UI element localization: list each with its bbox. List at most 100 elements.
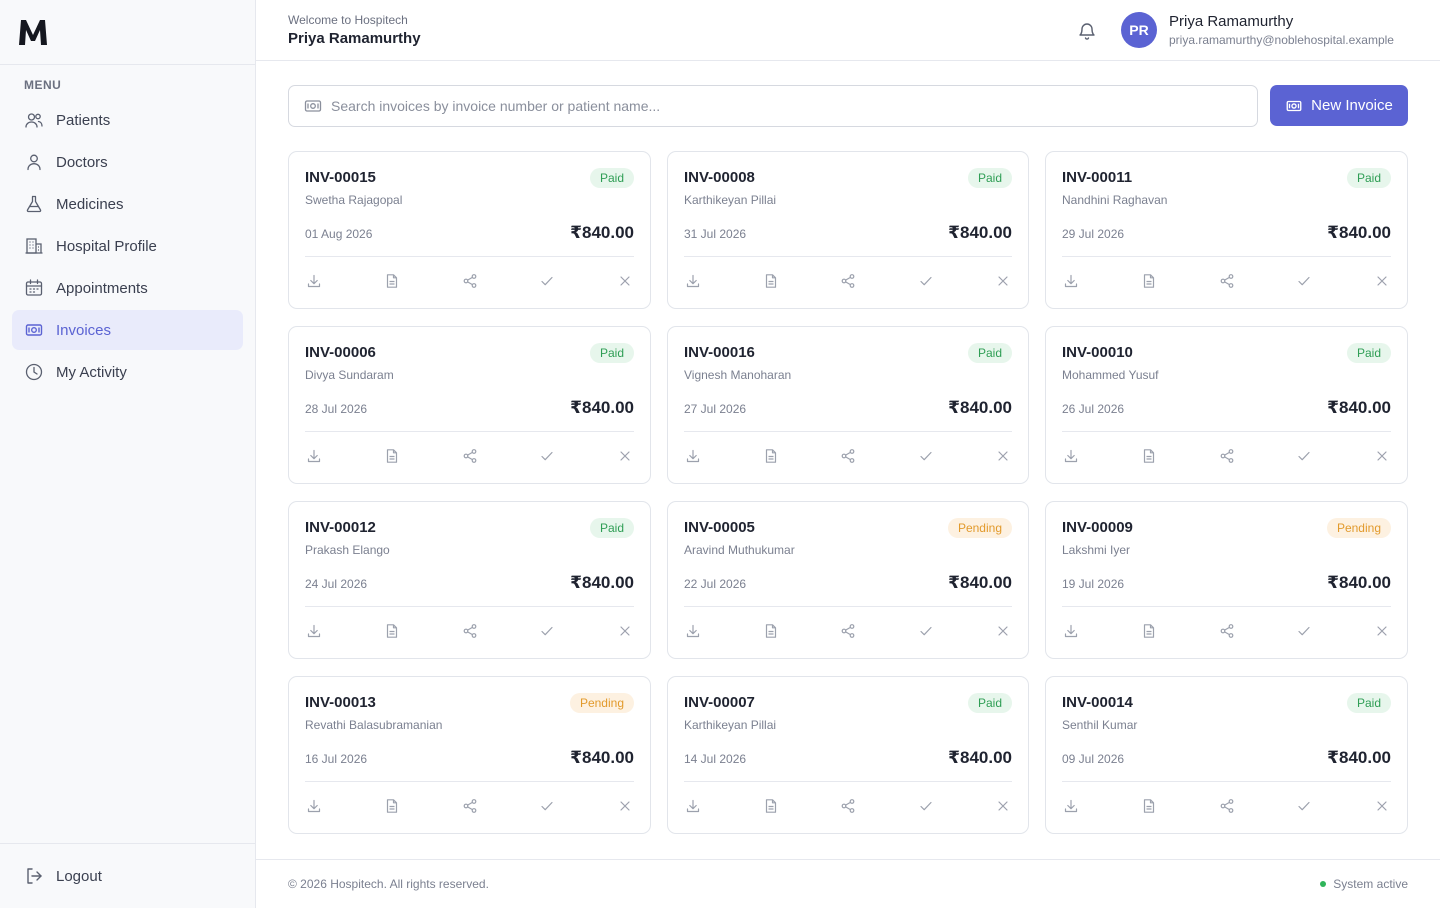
download-invoice-button[interactable] [1062, 447, 1080, 465]
invoice-number[interactable]: INV-00012 [305, 519, 376, 536]
share-invoice-button[interactable] [461, 797, 479, 815]
share-invoice-button[interactable] [1218, 272, 1236, 290]
close-invoice-button[interactable] [1373, 272, 1391, 290]
sidebar-item-medicines[interactable]: Medicines [12, 184, 243, 224]
share-invoice-button[interactable] [839, 447, 857, 465]
check-invoice-button[interactable] [1295, 622, 1313, 640]
avatar[interactable]: PR [1121, 12, 1157, 48]
download-invoice-button[interactable] [684, 447, 702, 465]
close-invoice-button[interactable] [1373, 622, 1391, 640]
share-invoice-button[interactable] [461, 447, 479, 465]
invoice-card[interactable]: INV-00010 Paid Mohammed Yusuf 26 Jul 2026 ₹8… [1045, 326, 1408, 484]
share-invoice-button[interactable] [839, 797, 857, 815]
search-input[interactable] [331, 98, 1231, 114]
download-invoice-button[interactable] [684, 272, 702, 290]
invoice-card[interactable]: INV-00016 Paid Vignesh Manoharan 27 Jul 202… [667, 326, 1029, 484]
logo[interactable] [0, 0, 255, 65]
download-invoice-button[interactable] [684, 622, 702, 640]
sidebar-item-my-activity[interactable]: My Activity [12, 352, 243, 392]
check-invoice-button[interactable] [917, 447, 935, 465]
close-invoice-button[interactable] [994, 797, 1012, 815]
sidebar-item-appointments[interactable]: Appointments [12, 268, 243, 308]
invoice-card[interactable]: INV-00007 Paid Karthikeyan Pillai 14 Jul 20… [667, 676, 1029, 834]
check-invoice-button[interactable] [1295, 797, 1313, 815]
invoice-number[interactable]: INV-00011 [1062, 169, 1132, 186]
sidebar-item-invoices[interactable]: Invoices [12, 310, 243, 350]
download-invoice-button[interactable] [305, 797, 323, 815]
file-invoice-button[interactable] [762, 447, 780, 465]
check-invoice-button[interactable] [538, 622, 556, 640]
file-invoice-button[interactable] [1140, 622, 1158, 640]
sidebar-item-hospital-profile[interactable]: Hospital Profile [12, 226, 243, 266]
download-invoice-button[interactable] [305, 447, 323, 465]
invoice-number[interactable]: INV-00007 [684, 694, 755, 711]
invoice-card[interactable]: INV-00014 Paid Senthil Kumar 09 Jul 2026 ₹84… [1045, 676, 1408, 834]
sidebar-item-doctors[interactable]: Doctors [12, 142, 243, 182]
share-invoice-button[interactable] [1218, 622, 1236, 640]
close-invoice-button[interactable] [616, 797, 634, 815]
share-icon [1219, 798, 1235, 814]
share-invoice-button[interactable] [839, 622, 857, 640]
check-invoice-button[interactable] [917, 622, 935, 640]
invoice-card[interactable]: INV-00008 Paid Karthikeyan Pillai 31 Jul 20… [667, 151, 1029, 309]
close-invoice-button[interactable] [616, 447, 634, 465]
invoice-card[interactable]: INV-00011 Paid Nandhini Raghavan 29 Jul 202… [1045, 151, 1408, 309]
invoice-card[interactable]: INV-00013 Pending Revathi Balasubramanian 1… [288, 676, 651, 834]
logout-button[interactable]: Logout [0, 843, 255, 908]
share-invoice-button[interactable] [839, 272, 857, 290]
download-icon [1063, 623, 1079, 639]
file-invoice-button[interactable] [762, 797, 780, 815]
invoice-card[interactable]: INV-00005 Pending Aravind Muthukumar 22 Jul… [667, 501, 1029, 659]
file-invoice-button[interactable] [383, 622, 401, 640]
check-invoice-button[interactable] [1295, 272, 1313, 290]
check-invoice-button[interactable] [538, 272, 556, 290]
invoice-number[interactable]: INV-00008 [684, 169, 755, 186]
file-invoice-button[interactable] [1140, 447, 1158, 465]
close-invoice-button[interactable] [616, 622, 634, 640]
download-invoice-button[interactable] [684, 797, 702, 815]
invoice-number[interactable]: INV-00014 [1062, 694, 1133, 711]
download-invoice-button[interactable] [305, 272, 323, 290]
close-invoice-button[interactable] [1373, 797, 1391, 815]
invoice-number[interactable]: INV-00013 [305, 694, 376, 711]
invoice-number[interactable]: INV-00005 [684, 519, 755, 536]
file-invoice-button[interactable] [383, 272, 401, 290]
invoice-number[interactable]: INV-00015 [305, 169, 376, 186]
close-invoice-button[interactable] [994, 272, 1012, 290]
invoice-card[interactable]: INV-00012 Paid Prakash Elango 24 Jul 2026 ₹8… [288, 501, 651, 659]
file-invoice-button[interactable] [1140, 797, 1158, 815]
download-invoice-button[interactable] [305, 622, 323, 640]
bell-icon[interactable] [1076, 20, 1098, 42]
share-invoice-button[interactable] [1218, 447, 1236, 465]
download-invoice-button[interactable] [1062, 272, 1080, 290]
close-invoice-button[interactable] [1373, 447, 1391, 465]
close-invoice-button[interactable] [994, 622, 1012, 640]
close-invoice-button[interactable] [616, 272, 634, 290]
close-icon [995, 798, 1011, 814]
check-invoice-button[interactable] [538, 797, 556, 815]
file-invoice-button[interactable] [762, 622, 780, 640]
download-invoice-button[interactable] [1062, 797, 1080, 815]
share-invoice-button[interactable] [461, 272, 479, 290]
sidebar-item-patients[interactable]: Patients [12, 100, 243, 140]
invoice-number[interactable]: INV-00009 [1062, 519, 1133, 536]
file-invoice-button[interactable] [383, 447, 401, 465]
download-invoice-button[interactable] [1062, 622, 1080, 640]
check-invoice-button[interactable] [538, 447, 556, 465]
invoice-number[interactable]: INV-00010 [1062, 344, 1133, 361]
share-invoice-button[interactable] [1218, 797, 1236, 815]
check-invoice-button[interactable] [1295, 447, 1313, 465]
file-invoice-button[interactable] [1140, 272, 1158, 290]
close-invoice-button[interactable] [994, 447, 1012, 465]
file-invoice-button[interactable] [383, 797, 401, 815]
share-invoice-button[interactable] [461, 622, 479, 640]
check-invoice-button[interactable] [917, 797, 935, 815]
invoice-number[interactable]: INV-00016 [684, 344, 755, 361]
invoice-number[interactable]: INV-00006 [305, 344, 376, 361]
invoice-card[interactable]: INV-00009 Pending Lakshmi Iyer 19 Jul 2026 ₹… [1045, 501, 1408, 659]
invoice-card[interactable]: INV-00006 Paid Divya Sundaram 28 Jul 2026 ₹8… [288, 326, 651, 484]
file-invoice-button[interactable] [762, 272, 780, 290]
new-invoice-button[interactable]: New Invoice [1270, 85, 1408, 126]
check-invoice-button[interactable] [917, 272, 935, 290]
invoice-card[interactable]: INV-00015 Paid Swetha Rajagopal 01 Aug 2026… [288, 151, 651, 309]
